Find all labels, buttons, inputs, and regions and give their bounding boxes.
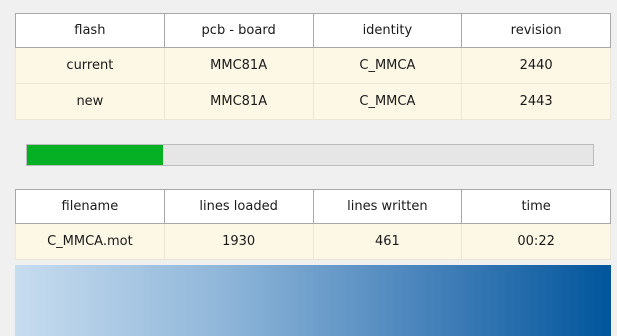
identity-cell: C_MMCA bbox=[313, 83, 463, 120]
pcb-board-cell: MMC81A bbox=[164, 47, 314, 84]
revision-cell: 2440 bbox=[461, 47, 611, 84]
flash-progress-bar bbox=[26, 144, 594, 166]
table-row: new MMC81A C_MMCA 2443 bbox=[15, 83, 611, 120]
column-header-pcb-board: pcb - board bbox=[163, 13, 314, 48]
column-header-revision: revision bbox=[461, 13, 611, 48]
column-header-identity: identity bbox=[312, 13, 463, 48]
identity-cell: C_MMCA bbox=[313, 47, 463, 84]
column-header-flash: flash bbox=[15, 13, 165, 48]
flash-tool-window: flash pcb - board identity revision curr… bbox=[0, 0, 617, 336]
gradient-banner bbox=[15, 265, 611, 336]
pcb-board-cell: MMC81A bbox=[164, 83, 314, 120]
file-status-table: filename lines loaded lines written time… bbox=[15, 189, 611, 260]
lines-loaded-cell: 1930 bbox=[164, 223, 314, 260]
filename-cell: C_MMCA.mot bbox=[15, 223, 165, 260]
flash-progress-fill bbox=[27, 145, 163, 165]
column-header-filename: filename bbox=[15, 189, 165, 224]
column-header-time: time bbox=[461, 189, 611, 224]
table-row: C_MMCA.mot 1930 461 00:22 bbox=[15, 223, 611, 260]
flash-cell: current bbox=[15, 47, 165, 84]
flash-info-table: flash pcb - board identity revision curr… bbox=[15, 13, 611, 120]
table-row: current MMC81A C_MMCA 2440 bbox=[15, 47, 611, 84]
column-header-lines-loaded: lines loaded bbox=[163, 189, 314, 224]
revision-cell: 2443 bbox=[461, 83, 611, 120]
flash-cell: new bbox=[15, 83, 165, 120]
time-cell: 00:22 bbox=[461, 223, 611, 260]
file-status-header-row: filename lines loaded lines written time bbox=[15, 189, 611, 224]
lines-written-cell: 461 bbox=[313, 223, 463, 260]
column-header-lines-written: lines written bbox=[312, 189, 463, 224]
flash-info-header-row: flash pcb - board identity revision bbox=[15, 13, 611, 48]
